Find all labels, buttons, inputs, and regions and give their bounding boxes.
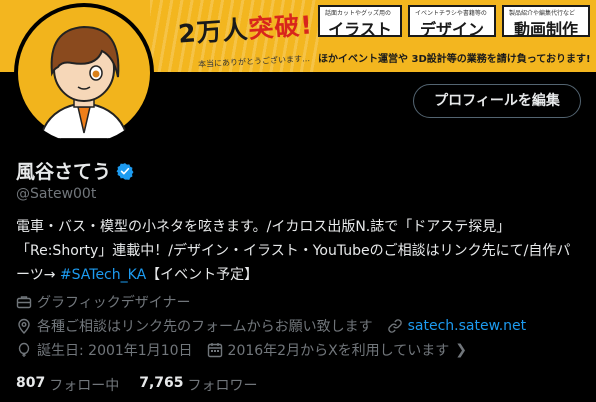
profile-location: 各種ご相談はリンク先のフォームからお願い致します xyxy=(37,319,373,335)
following-label: フォロー中 xyxy=(49,378,120,394)
banner-box-label: イラスト xyxy=(328,20,392,39)
bio: 電車・バス・模型の小ネタを呟きます。/イカロス出版N.誌で「ドアステ探見」「Re… xyxy=(16,215,582,287)
meta-category-row: グラフィックデザイナー xyxy=(16,292,190,312)
banner-box-design: イベントチラシや書籍等の デザイン xyxy=(408,5,496,39)
banner-headline-highlight: 突破! xyxy=(247,10,314,44)
banner-box-label: 動画制作 xyxy=(513,20,578,39)
location-pin-icon xyxy=(16,318,32,334)
user-handle: @Satew00t xyxy=(16,186,97,202)
followers-link[interactable]: 7,765 フォロワー xyxy=(139,375,257,395)
banner-box-video: 製品紹介や編集代行など 動画制作 xyxy=(502,5,590,39)
avatar[interactable] xyxy=(14,3,154,143)
name-row: 風谷さてう xyxy=(16,157,134,184)
bio-suffix: 【イベント予定】 xyxy=(146,267,259,283)
banner-headline-prefix: 2万人 xyxy=(177,14,250,49)
edit-profile-button[interactable]: プロフィールを編集 xyxy=(413,84,581,118)
following-count: 807 xyxy=(16,375,46,391)
meta-location-row: 各種ご相談はリンク先のフォームからお願い致します satech.satew.ne… xyxy=(16,316,526,336)
bio-hashtag-link[interactable]: #SATech_KA xyxy=(60,267,146,283)
banner-box-label: デザイン xyxy=(419,20,484,39)
link-icon xyxy=(387,318,403,334)
banner-bottom-text: ほかイベント運営や 3D設計等の業務を請け負っております! xyxy=(318,54,591,65)
followers-count: 7,765 xyxy=(139,375,184,391)
briefcase-icon xyxy=(16,294,32,310)
avatar-illustration xyxy=(18,7,150,139)
following-link[interactable]: 807 フォロー中 xyxy=(16,375,119,395)
follow-stats: 807 フォロー中 7,765 フォロワー xyxy=(16,375,258,395)
meta-dates-row: 誕生日: 2001年1月10日 2016年2月からXを利用しています ❯ xyxy=(16,340,467,360)
profile-joined[interactable]: 2016年2月からXを利用しています xyxy=(228,340,450,360)
calendar-icon xyxy=(207,342,223,358)
chevron-right-icon[interactable]: ❯ xyxy=(455,342,467,358)
profile-website-link[interactable]: satech.satew.net xyxy=(408,318,527,334)
balloon-icon xyxy=(16,342,32,358)
verified-badge-icon[interactable] xyxy=(116,162,134,180)
display-name: 風谷さてう xyxy=(16,161,112,183)
banner-box-illust: 話面カットやグッズ用の イラスト xyxy=(318,5,402,39)
followers-label: フォロワー xyxy=(187,378,258,394)
profile-birthday: 誕生日: 2001年1月10日 xyxy=(37,343,193,359)
profile-category: グラフィックデザイナー xyxy=(37,295,191,311)
